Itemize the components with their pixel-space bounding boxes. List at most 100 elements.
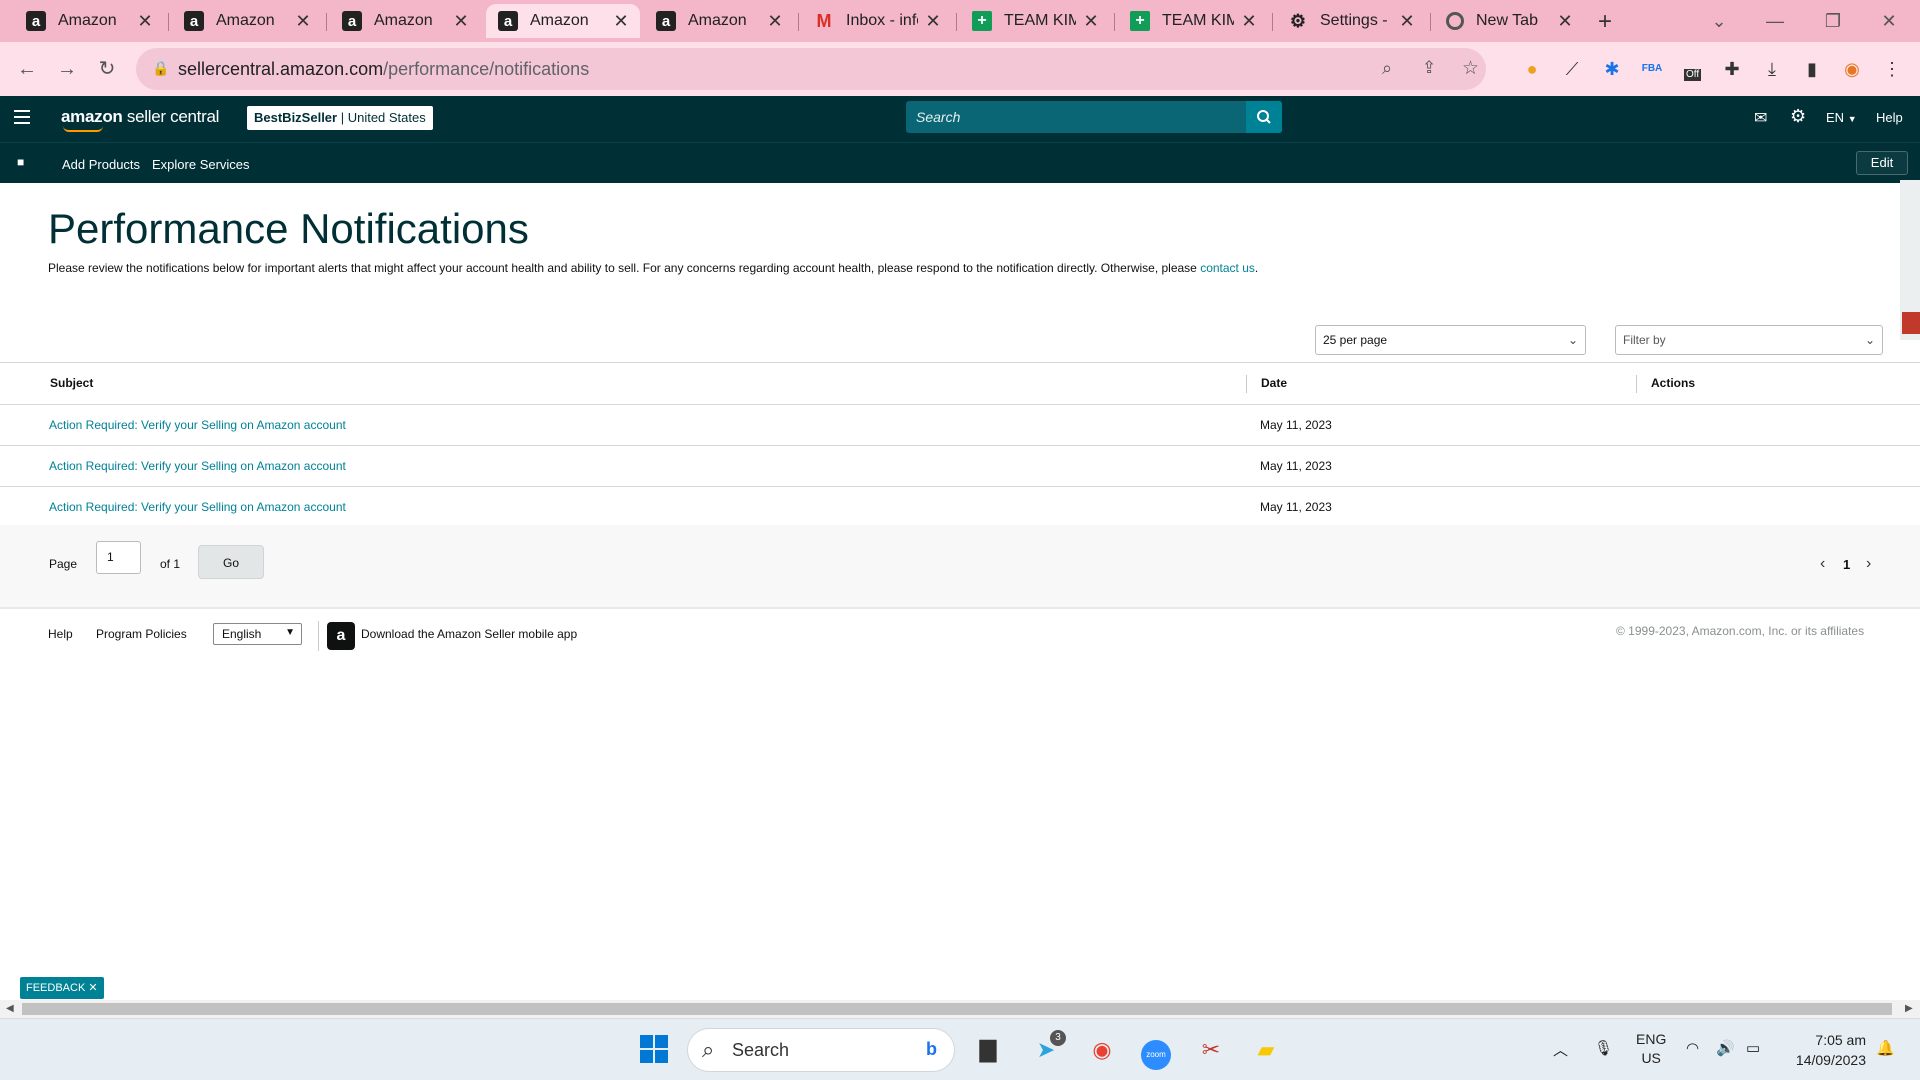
notification-icon[interactable]: 🔔: [1876, 1039, 1895, 1057]
extension-off-icon[interactable]: Off: [1680, 55, 1710, 83]
close-icon[interactable]: ✕: [88, 982, 97, 994]
clock[interactable]: 7:05 am 14/09/2023: [1786, 1030, 1866, 1070]
minimize-icon[interactable]: —: [1752, 4, 1798, 38]
feedback-button[interactable]: FEEDBACK ✕: [20, 977, 104, 999]
menu-icon[interactable]: ⋮: [1878, 55, 1906, 83]
per-page-select[interactable]: 25 per page ⌄: [1315, 325, 1586, 355]
subnav-explore-services[interactable]: Explore Services: [152, 157, 250, 172]
close-window-icon[interactable]: ✕: [1866, 4, 1912, 38]
copyright-text: © 1999-2023, Amazon.com, Inc. or its aff…: [1616, 624, 1865, 638]
column-date[interactable]: Date: [1261, 363, 1287, 403]
footer-help-link[interactable]: Help: [48, 627, 73, 641]
hamburger-menu-icon[interactable]: [14, 110, 30, 126]
browser-tab[interactable]: a Amazon ✕: [172, 4, 322, 38]
close-icon[interactable]: ✕: [1240, 11, 1258, 32]
side-widget-icon[interactable]: [1902, 312, 1920, 334]
notification-subject-link[interactable]: Action Required: Verify your Selling on …: [49, 487, 346, 527]
browser-tab[interactable]: a Amazon ✕: [644, 4, 794, 38]
browser-tab[interactable]: a Amazon ✕: [330, 4, 480, 38]
contact-us-link[interactable]: contact us: [1200, 261, 1255, 275]
notification-subject-link[interactable]: Action Required: Verify your Selling on …: [49, 446, 346, 486]
close-icon[interactable]: ✕: [294, 11, 312, 32]
close-icon[interactable]: ✕: [136, 11, 154, 32]
horizontal-scrollbar[interactable]: ◀ ▶: [0, 1000, 1920, 1018]
close-icon[interactable]: ✕: [766, 11, 784, 32]
scrollbar-thumb[interactable]: [22, 1003, 1892, 1015]
browser-tab[interactable]: ⚙ Settings - R ✕: [1276, 4, 1426, 38]
settings-gear-icon[interactable]: ⚙: [1790, 106, 1806, 127]
language-selector[interactable]: EN ▼: [1826, 110, 1857, 125]
go-button[interactable]: Go: [198, 545, 264, 579]
taskbar-search[interactable]: ⌕ Search b: [687, 1028, 955, 1072]
zoom-icon[interactable]: ⌕: [1382, 58, 1392, 79]
scroll-left-icon[interactable]: ◀: [6, 1000, 14, 1018]
telegram-icon[interactable]: ➤ 3: [1030, 1030, 1066, 1066]
download-icon[interactable]: ⤓: [1758, 55, 1786, 83]
column-subject[interactable]: Subject: [50, 363, 93, 403]
new-tab-icon[interactable]: +: [1598, 8, 1612, 36]
battery-icon[interactable]: ▭: [1746, 1039, 1760, 1057]
footer-language-select[interactable]: English ▼: [213, 623, 302, 645]
extension-icon[interactable]: ✱: [1598, 55, 1626, 83]
forward-icon[interactable]: →: [52, 54, 82, 84]
browser-tab[interactable]: a Amazon ✕: [14, 4, 164, 38]
close-icon[interactable]: ✕: [1398, 11, 1416, 32]
search-input[interactable]: [906, 101, 1242, 133]
reload-icon[interactable]: ↻: [92, 54, 122, 84]
back-icon[interactable]: ←: [12, 54, 42, 84]
wifi-icon[interactable]: ◠: [1686, 1039, 1699, 1057]
input-language[interactable]: ENG US: [1636, 1030, 1666, 1068]
edit-button[interactable]: Edit: [1856, 151, 1908, 175]
browser-tab[interactable]: + TEAM KIM ✕: [960, 4, 1110, 38]
store-switcher[interactable]: BestBizSeller | United States: [247, 106, 433, 130]
footer-policies-link[interactable]: Program Policies: [96, 627, 187, 641]
zoom-icon[interactable]: zoom: [1140, 1034, 1172, 1070]
bookmark-icon[interactable]: ■: [17, 155, 24, 169]
subnav-add-products[interactable]: Add Products: [62, 157, 140, 172]
scroll-right-icon[interactable]: ▶: [1905, 1000, 1913, 1018]
microphone-icon[interactable]: 🎙: [1594, 1039, 1613, 1057]
close-icon[interactable]: ✕: [612, 11, 630, 32]
volume-icon[interactable]: 🔊: [1716, 1039, 1735, 1057]
chevron-right-icon[interactable]: ›: [1866, 555, 1871, 573]
browser-tab[interactable]: New Tab ✕: [1434, 4, 1584, 38]
snipping-tool-icon[interactable]: ✂: [1195, 1034, 1227, 1066]
bing-icon[interactable]: b: [926, 1039, 937, 1060]
download-app-link[interactable]: Download the Amazon Seller mobile app: [361, 627, 577, 641]
chevron-left-icon[interactable]: ‹: [1820, 555, 1825, 573]
help-link[interactable]: Help: [1876, 110, 1903, 125]
browser-tab-active[interactable]: a Amazon ✕: [486, 4, 640, 38]
sticky-notes-icon[interactable]: ▰: [1250, 1034, 1282, 1066]
sidepanel-icon[interactable]: ▮: [1798, 55, 1826, 83]
amazon-app-icon[interactable]: a: [327, 622, 355, 650]
browser-tab[interactable]: + TEAM KIM ✕: [1118, 4, 1268, 38]
chevron-down-icon[interactable]: ⌄: [1696, 4, 1742, 38]
extension-icon[interactable]: ●: [1518, 55, 1546, 83]
star-icon[interactable]: ☆: [1462, 57, 1479, 80]
chrome-icon: [1446, 12, 1464, 30]
restore-icon[interactable]: ❐: [1810, 4, 1856, 38]
puzzle-icon[interactable]: ✚: [1718, 55, 1746, 83]
close-icon[interactable]: ✕: [1082, 11, 1100, 32]
filter-select[interactable]: Filter by ⌄: [1615, 325, 1883, 355]
notification-subject-link[interactable]: Action Required: Verify your Selling on …: [49, 405, 346, 445]
url-bar[interactable]: 🔒 sellercentral.amazon.com/performance/n…: [136, 48, 1486, 90]
page-number-input[interactable]: 1: [96, 541, 141, 574]
current-page[interactable]: 1: [1843, 557, 1850, 572]
profile-icon[interactable]: ◉: [1838, 55, 1866, 83]
close-icon[interactable]: ✕: [924, 11, 942, 32]
windows-start-icon[interactable]: [638, 1034, 670, 1066]
file-explorer-icon[interactable]: ▇: [972, 1034, 1004, 1066]
tray-chevron-icon[interactable]: ︿: [1553, 1039, 1568, 1060]
extension-icon[interactable]: ⟋: [1558, 55, 1586, 83]
browser-tab[interactable]: M Inbox - info ✕: [802, 4, 952, 38]
mail-icon[interactable]: ✉: [1754, 108, 1767, 128]
seller-central-logo[interactable]: amazon seller central: [61, 107, 219, 132]
search-button[interactable]: [1246, 101, 1282, 133]
close-icon[interactable]: ✕: [452, 11, 470, 32]
extension-icon[interactable]: FBA: [1638, 55, 1666, 83]
share-icon[interactable]: ⇪: [1422, 58, 1436, 78]
caret-down-icon: ▼: [285, 627, 295, 638]
chrome-icon[interactable]: ◉: [1086, 1034, 1118, 1066]
close-icon[interactable]: ✕: [1556, 11, 1574, 32]
